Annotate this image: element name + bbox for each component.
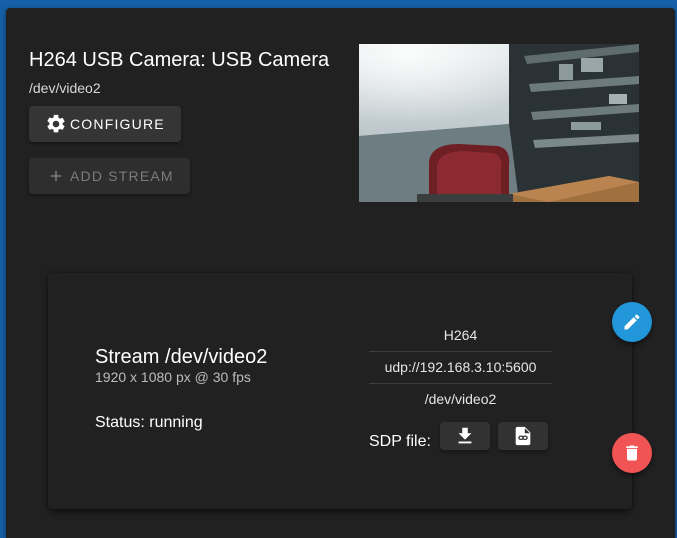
edit-stream-button[interactable] xyxy=(612,302,652,342)
camera-card: H264 USB Camera: USB Camera /dev/video2 … xyxy=(6,8,675,538)
camera-title: H264 USB Camera: USB Camera xyxy=(29,49,330,71)
camera-preview-scene xyxy=(359,44,639,202)
stream-status: Status: running xyxy=(95,414,203,431)
stream-card: Stream /dev/video2 1920 x 1080 px @ 30 f… xyxy=(48,273,632,509)
gear-icon xyxy=(47,114,65,133)
configure-label: CONFIGURE xyxy=(70,116,165,132)
add-stream-label: ADD STREAM xyxy=(70,168,174,184)
file-link-icon xyxy=(515,426,531,446)
plus-icon xyxy=(50,170,62,182)
stream-resolution: 1920 x 1080 px @ 30 fps xyxy=(95,369,251,385)
stream-title: Stream /dev/video2 xyxy=(95,346,268,368)
trash-icon xyxy=(626,445,638,461)
sdp-link-button[interactable] xyxy=(498,422,548,450)
stream-source: /dev/video2 xyxy=(424,391,497,407)
stream-endpoint: udp://192.168.3.10:5600 xyxy=(369,352,552,384)
configure-button[interactable]: CONFIGURE xyxy=(29,106,181,142)
camera-device-path: /dev/video2 xyxy=(29,80,101,96)
download-sdp-button[interactable] xyxy=(440,422,490,450)
stream-info-list: H264 udp://192.168.3.10:5600 /dev/video2 xyxy=(369,320,552,415)
sdp-file-label: SDP file: xyxy=(369,433,431,450)
camera-preview-image xyxy=(359,44,639,202)
delete-stream-button[interactable] xyxy=(612,433,652,473)
add-stream-button[interactable]: ADD STREAM xyxy=(29,158,190,194)
stream-encoding: H264 xyxy=(369,320,552,352)
download-icon xyxy=(458,427,472,444)
pencil-icon xyxy=(624,314,640,330)
